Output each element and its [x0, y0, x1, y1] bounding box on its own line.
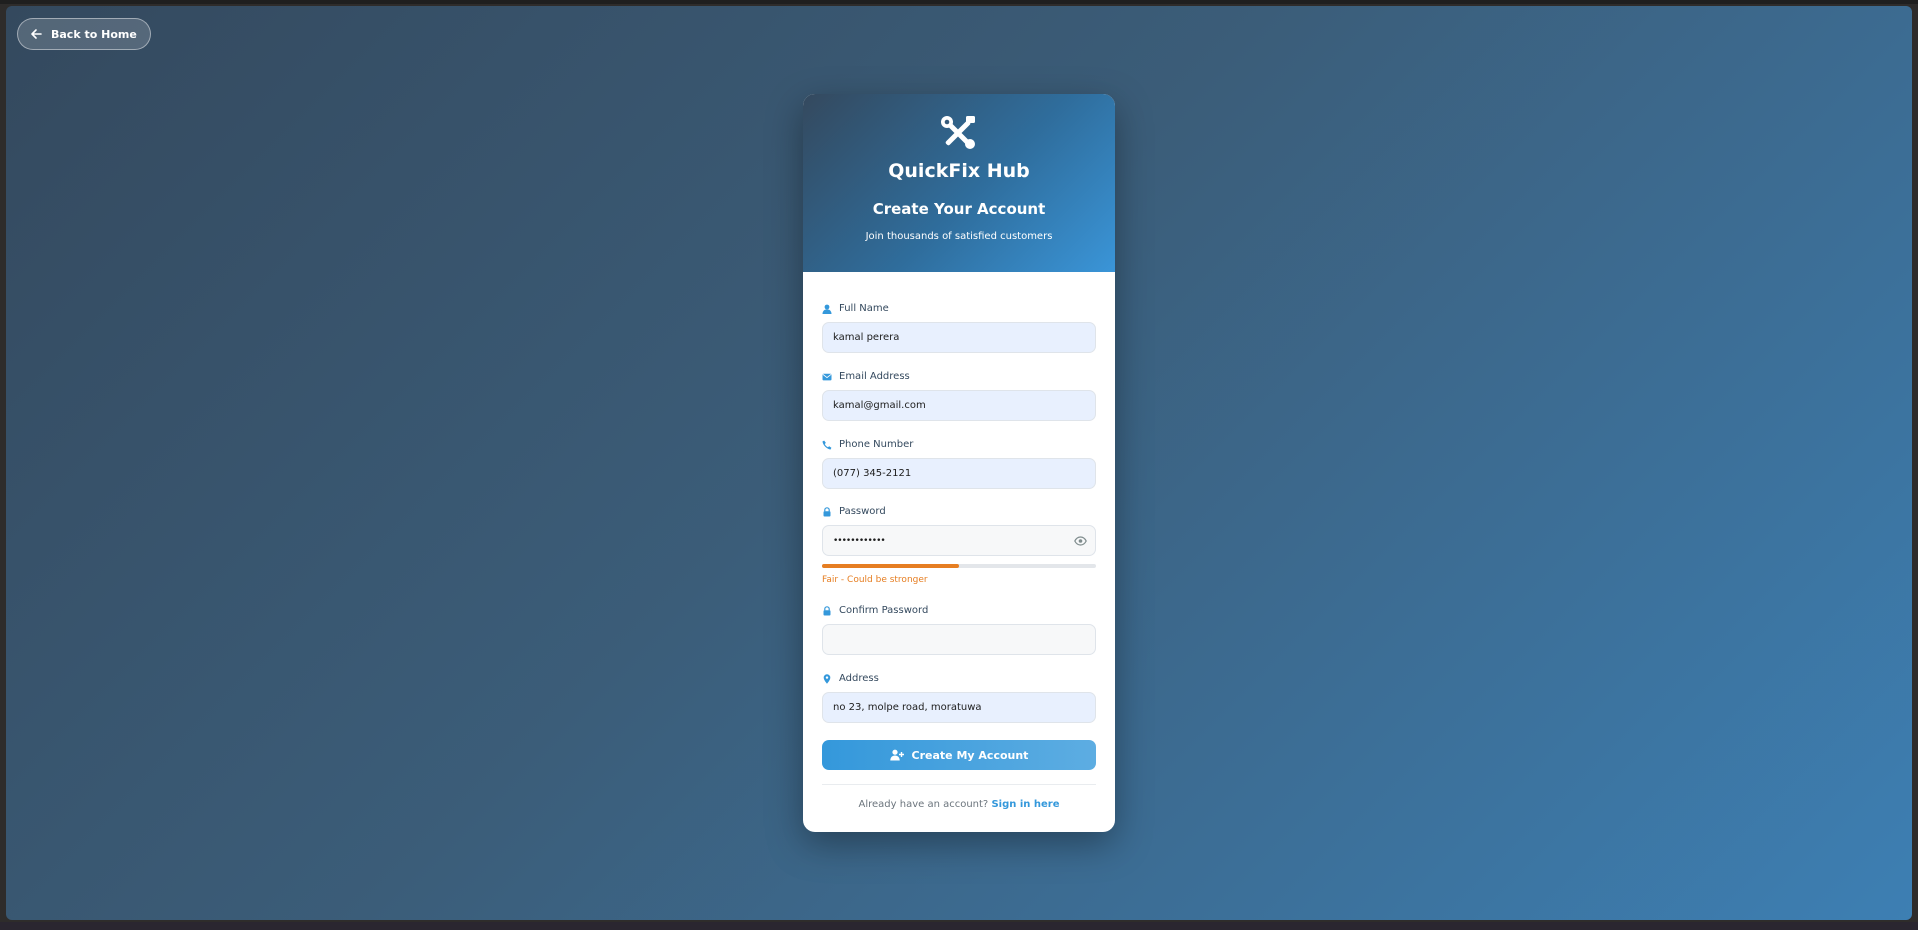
- full-name-value: kamal perera: [833, 332, 900, 343]
- page-background: Back to Home QuickFix Hub Create Your Ac…: [6, 6, 1912, 920]
- signin-prompt: Already have an account? Sign in here: [803, 799, 1115, 810]
- card-header: QuickFix Hub Create Your Account Join th…: [803, 94, 1115, 272]
- phone-value: (077) 345-2121: [833, 468, 912, 479]
- back-to-home-label: Back to Home: [51, 27, 137, 41]
- email-value: kamal@gmail.com: [833, 400, 926, 411]
- password-input[interactable]: ••••••••••••: [822, 525, 1096, 556]
- address-value: no 23, molpe road, moratuwa: [833, 702, 982, 713]
- password-label: Password: [822, 506, 886, 517]
- email-input[interactable]: kamal@gmail.com: [822, 390, 1096, 421]
- signin-prompt-text: Already have an account?: [858, 799, 989, 810]
- confirm-password-label: Confirm Password: [822, 605, 928, 616]
- signup-card: QuickFix Hub Create Your Account Join th…: [803, 94, 1115, 832]
- email-label: Email Address: [822, 371, 910, 382]
- envelope-icon: [822, 373, 832, 380]
- brand-name: QuickFix Hub: [888, 160, 1030, 182]
- full-name-input[interactable]: kamal perera: [822, 322, 1096, 353]
- map-marker-icon: [823, 673, 831, 684]
- arrow-left-icon: [31, 29, 42, 39]
- lock-icon: [823, 605, 831, 615]
- eye-icon[interactable]: [1074, 535, 1087, 547]
- window-bottom-edge: [0, 922, 1918, 930]
- phone-label: Phone Number: [822, 439, 913, 450]
- user-icon: [822, 304, 832, 314]
- password-value: ••••••••••••: [833, 535, 886, 546]
- address-label-text: Address: [839, 673, 879, 684]
- back-to-home-button[interactable]: Back to Home: [17, 18, 151, 50]
- phone-label-text: Phone Number: [839, 439, 914, 450]
- phone-icon: [822, 440, 832, 449]
- divider: [822, 784, 1096, 785]
- phone-input[interactable]: (077) 345-2121: [822, 458, 1096, 489]
- address-label: Address: [822, 673, 879, 684]
- page-subtitle: Join thousands of satisfied customers: [865, 231, 1053, 242]
- sign-in-link[interactable]: Sign in here: [991, 799, 1059, 810]
- window-top-edge: [0, 0, 1918, 4]
- confirm-password-label-text: Confirm Password: [839, 605, 929, 616]
- lock-icon: [823, 506, 831, 516]
- address-input[interactable]: no 23, molpe road, moratuwa: [822, 692, 1096, 723]
- create-account-label: Create My Account: [911, 748, 1029, 762]
- full-name-label: Full Name: [822, 303, 889, 314]
- password-strength-fill: [822, 564, 959, 568]
- password-label-text: Password: [839, 506, 886, 517]
- password-strength-bar: [822, 564, 1096, 568]
- password-strength-text: Fair - Could be stronger: [822, 575, 928, 585]
- page-title: Create Your Account: [872, 200, 1046, 218]
- tools-icon: [941, 116, 975, 149]
- user-plus-icon: [889, 749, 904, 761]
- full-name-label-text: Full Name: [839, 303, 889, 314]
- confirm-password-input[interactable]: [822, 624, 1096, 655]
- create-account-button[interactable]: Create My Account: [822, 740, 1096, 770]
- email-label-text: Email Address: [839, 371, 910, 382]
